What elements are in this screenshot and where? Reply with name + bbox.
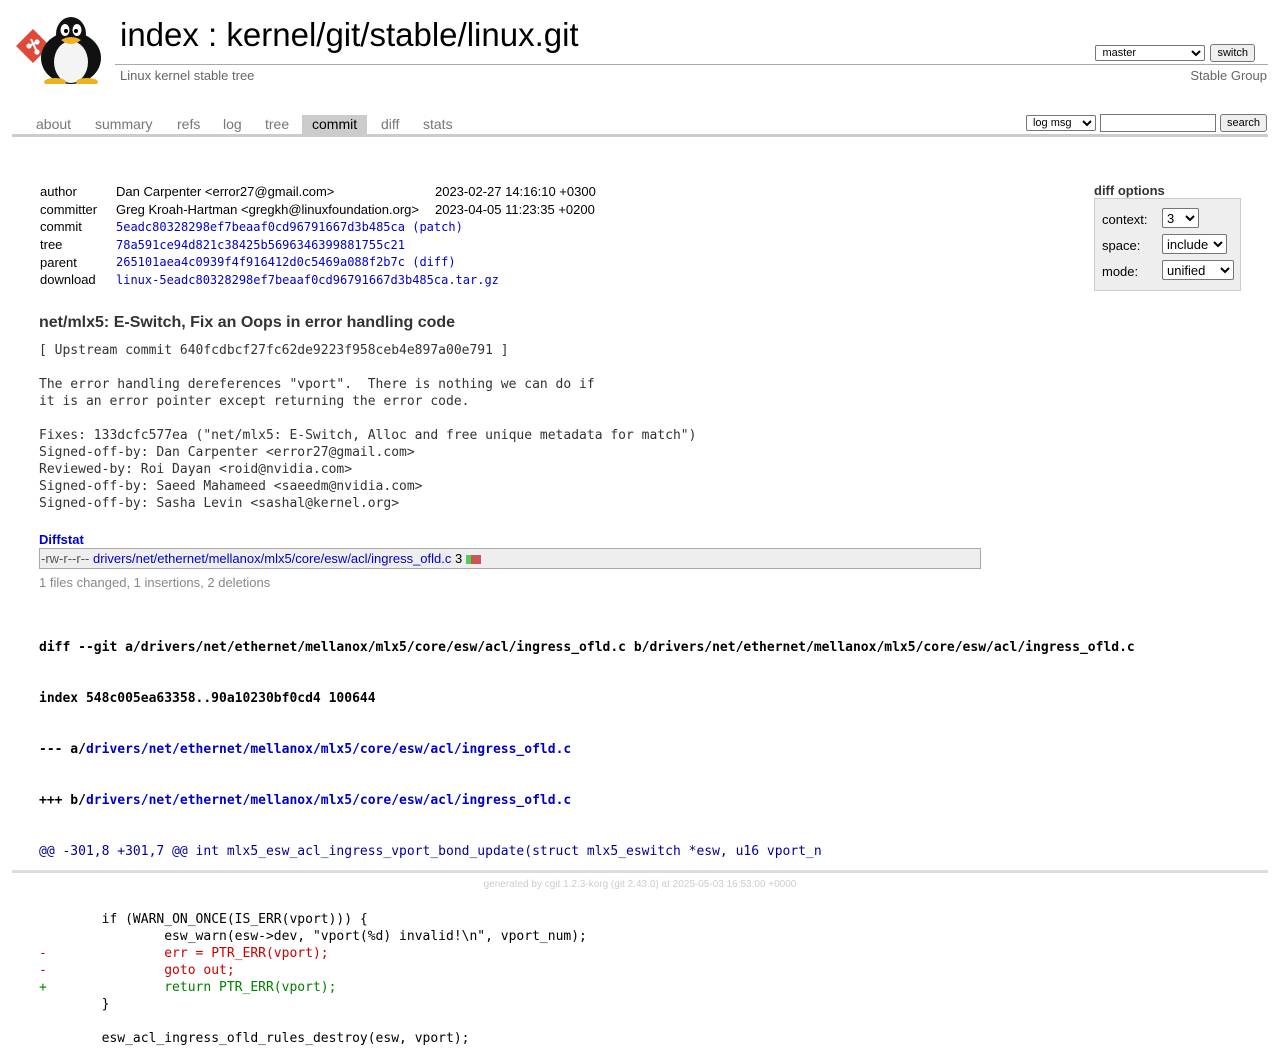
- author-value: Dan Carpenter <error27@gmail.com>: [116, 184, 335, 200]
- diff-line-del: - goto out;: [39, 963, 235, 978]
- search-input[interactable]: [1099, 114, 1216, 132]
- download-link[interactable]: linux-5eadc80328298ef7beaaf0cd96791667d3…: [116, 273, 499, 287]
- file-mode: -rw-r--r--: [41, 551, 90, 566]
- diffstat-table: -rw-r--r-- drivers/net/ethernet/mellanox…: [39, 548, 981, 569]
- download-row: download linux-5eadc80328298ef7beaaf0cd9…: [38, 271, 598, 289]
- diff-line-ctx: [39, 1013, 1135, 1030]
- branch-switch-form: master switch: [1095, 44, 1255, 62]
- mode-label: mode:: [1102, 264, 1139, 279]
- context-select[interactable]: 3: [1162, 208, 1199, 228]
- branch-select[interactable]: master: [1095, 45, 1206, 61]
- parent-label: parent: [40, 254, 77, 270]
- minus-file-link[interactable]: drivers/net/ethernet/mellanox/mlx5/core/…: [86, 742, 571, 757]
- space-label: space:: [1102, 238, 1141, 253]
- repo-owner: Stable Group: [1190, 68, 1267, 83]
- parent-row: parent 265101aea4c0939f4f916412d0c5469a0…: [40, 254, 456, 270]
- footer-prefix: generated by: [483, 879, 545, 890]
- diff-options-panel: context: 3 space: include mode: unified: [1094, 198, 1241, 291]
- diff-line-ctx: esw_warn(esw->dev, "vport(%d) invalid!\n…: [39, 929, 587, 944]
- author-label: author: [40, 184, 77, 200]
- tab-commit[interactable]: commit: [302, 115, 368, 134]
- cgit-tux-logo[interactable]: [15, 12, 110, 84]
- tab-diff[interactable]: diff: [371, 115, 409, 134]
- switch-button[interactable]: switch: [1210, 44, 1255, 62]
- committer-date: 2023-04-05 11:23:35 +0200: [434, 201, 595, 217]
- index-link[interactable]: index: [120, 16, 199, 53]
- tux-penguin-icon: [41, 17, 101, 84]
- diff-line-ctx: }: [39, 997, 110, 1012]
- footer-suffix: ) at 2025-05-03 16:53:00 +0000: [655, 879, 797, 890]
- diff-hunk-header: @@ -301,8 +301,7 @@ int mlx5_esw_acl_ing…: [39, 844, 822, 859]
- download-label: download: [40, 272, 96, 288]
- diffstat-changes: 3: [455, 551, 463, 566]
- repo-description: Linux kernel stable tree: [120, 68, 255, 83]
- diff-options-title: diff options: [1094, 183, 1165, 198]
- tab-stats[interactable]: stats: [413, 115, 463, 134]
- commit-row: commit 5eadc80328298ef7beaaf0cd96791667d…: [40, 219, 463, 235]
- tab-about[interactable]: about: [26, 115, 81, 134]
- tree-label: tree: [40, 237, 63, 253]
- page-title: index : kernel/git/stable/linux.git: [120, 16, 579, 54]
- repo-link[interactable]: kernel/git/stable/linux.git: [226, 16, 578, 53]
- search-form: log msg search: [1025, 114, 1267, 132]
- tree-hash-link[interactable]: 78a591ce94d821c38425b5696346399881755c21: [116, 238, 405, 252]
- parent-diff-link[interactable]: diff: [419, 255, 448, 269]
- search-button[interactable]: search: [1219, 114, 1267, 132]
- commit-hash-link[interactable]: 5eadc80328298ef7beaaf0cd96791667d3b485ca: [116, 220, 405, 234]
- diff-minus-file: --- a/drivers/net/ethernet/mellanox/mlx5…: [39, 741, 1135, 758]
- parent-hash-link[interactable]: 265101aea4c0939f4f916412d0c5469a088f2b7c: [116, 255, 405, 269]
- diff-git-header: diff --git a/drivers/net/ethernet/mellan…: [39, 640, 1135, 655]
- plus-file-link[interactable]: drivers/net/ethernet/mellanox/mlx5/core/…: [86, 793, 571, 808]
- diffstat-file-link[interactable]: drivers/net/ethernet/mellanox/mlx5/core/…: [93, 551, 451, 566]
- header-divider: [115, 64, 1268, 65]
- diff-lines: if (WARN_ON_ONCE(IS_ERR(vport))) { esw_w…: [39, 894, 1135, 1047]
- diffstat-del-bar: [470, 555, 481, 565]
- mode-select[interactable]: unified: [1162, 260, 1234, 280]
- commit-label: commit: [40, 219, 82, 235]
- commit-info-table: author Dan Carpenter <error27@gmail.com>…: [38, 183, 598, 289]
- author-row: author Dan Carpenter <error27@gmail.com>…: [38, 183, 598, 201]
- diff-line-ctx: if (WARN_ON_ONCE(IS_ERR(vport))) {: [39, 912, 368, 927]
- plus-prefix: +++ b/: [39, 793, 86, 808]
- space-select[interactable]: include: [1162, 234, 1227, 254]
- diff-line-ctx: esw_acl_ingress_ofld_rules_destroy(esw, …: [39, 1031, 470, 1046]
- cgit-link[interactable]: cgit 1.2.3-korg: [545, 879, 608, 890]
- diff-line-add: + return PTR_ERR(vport);: [39, 980, 337, 995]
- diff-plus-file: +++ b/drivers/net/ethernet/mellanox/mlx5…: [39, 792, 1135, 809]
- diffstat-summary: 1 files changed, 1 insertions, 2 deletio…: [39, 575, 271, 590]
- minus-prefix: --- a/: [39, 742, 86, 757]
- search-mode-select[interactable]: log msg: [1025, 115, 1096, 131]
- title-separator: :: [198, 16, 227, 53]
- committer-label: committer: [40, 201, 98, 217]
- diff-view: diff --git a/drivers/net/ethernet/mellan…: [39, 605, 1135, 1064]
- commit-message: [ Upstream commit 640fcdbcf27fc62de9223f…: [39, 343, 697, 511]
- diffstat-graph: [465, 551, 481, 566]
- diff-index-line: index 548c005ea63358..90a10230bf0cd4 100…: [39, 691, 376, 706]
- tab-tree[interactable]: tree: [255, 115, 299, 134]
- commit-subject: net/mlx5: E-Switch, Fix an Oops in error…: [39, 314, 456, 331]
- tab-log[interactable]: log: [213, 115, 252, 134]
- author-date: 2023-02-27 14:16:10 +0300: [434, 184, 596, 200]
- committer-value: Greg Kroah-Hartman <gregkh@linuxfoundati…: [116, 201, 419, 217]
- context-label: context:: [1102, 212, 1148, 227]
- diff-line-ctx: [39, 894, 1135, 911]
- footer: generated by cgit 1.2.3-korg (git 2.43.0…: [0, 879, 1280, 890]
- diff-line-del: - err = PTR_ERR(vport);: [39, 946, 329, 961]
- tree-row: tree 78a591ce94d821c38425b56963463998817…: [38, 236, 598, 254]
- git-link[interactable]: git 2.43.0: [614, 879, 655, 890]
- patch-link[interactable]: patch: [419, 220, 455, 234]
- committer-row: committer Greg Kroah-Hartman <gregkh@lin…: [38, 201, 598, 219]
- diffstat-header-link[interactable]: Diffstat: [39, 532, 84, 547]
- diffstat-row: -rw-r--r-- drivers/net/ethernet/mellanox…: [41, 551, 481, 566]
- footer-divider: [12, 870, 1268, 873]
- tab-summary[interactable]: summary: [85, 115, 163, 134]
- tab-refs[interactable]: refs: [167, 115, 210, 134]
